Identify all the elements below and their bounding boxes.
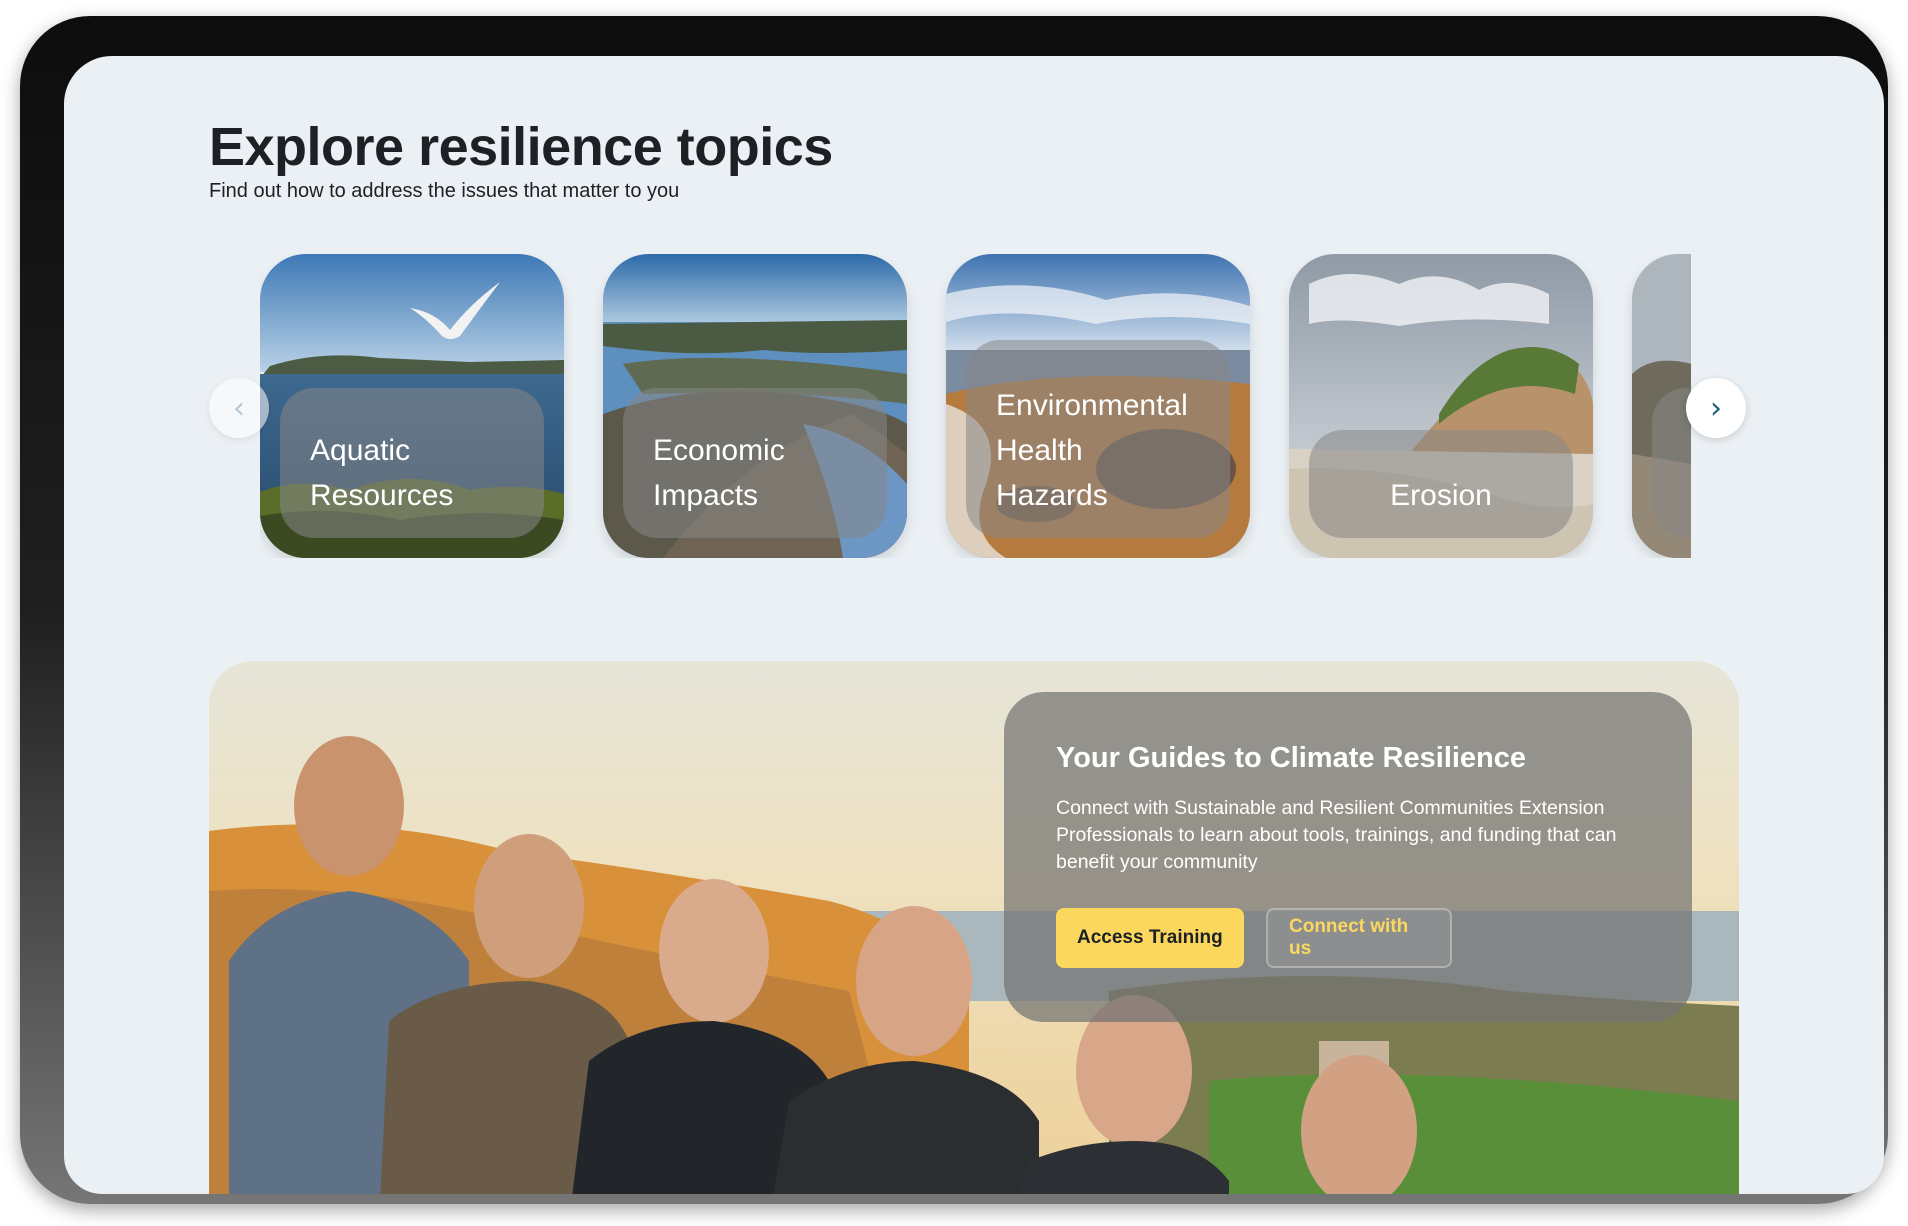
carousel-next-button[interactable]: ›: [1686, 378, 1746, 438]
guides-description: Connect with Sustainable and Resilient C…: [1056, 797, 1617, 873]
carousel-prev-button[interactable]: ‹: [209, 378, 269, 438]
page-title: Explore resilience topics: [209, 117, 833, 177]
topic-card-partial[interactable]: [1632, 254, 1691, 558]
guides-heading: Your Guides to Climate Resilience: [1056, 742, 1527, 774]
guides-section: Your Guides to Climate Resilience Connec…: [209, 661, 1739, 1194]
screen: Explore resilience topics Find out how t…: [64, 56, 1884, 1194]
guides-button-row: Access Training Connect with us: [1056, 908, 1452, 968]
topic-card-label: Environmental Health Hazards: [966, 340, 1230, 538]
access-training-button[interactable]: Access Training: [1056, 908, 1244, 968]
chevron-right-icon: ›: [1710, 390, 1722, 426]
topic-card-erosion[interactable]: Erosion: [1289, 254, 1593, 558]
topic-card-label: Economic Impacts: [623, 388, 887, 538]
topic-card-label: Erosion: [1309, 430, 1573, 538]
chevron-left-icon: ‹: [233, 390, 245, 426]
topic-card-label: Aquatic Resources: [280, 388, 544, 538]
topic-card-aquatic-resources[interactable]: Aquatic Resources: [260, 254, 564, 558]
topic-card-environmental-health-hazards[interactable]: Environmental Health Hazards: [946, 254, 1250, 558]
guides-panel: Your Guides to Climate Resilience Connec…: [1004, 692, 1692, 1022]
topics-carousel: Aquatic Resources Economic Impacts Envir…: [260, 254, 1691, 558]
connect-with-us-button[interactable]: Connect with us: [1266, 908, 1452, 968]
page-subtitle: Find out how to address the issues that …: [209, 180, 680, 202]
tablet-frame: Explore resilience topics Find out how t…: [20, 16, 1888, 1204]
topic-card-economic-impacts[interactable]: Economic Impacts: [603, 254, 907, 558]
